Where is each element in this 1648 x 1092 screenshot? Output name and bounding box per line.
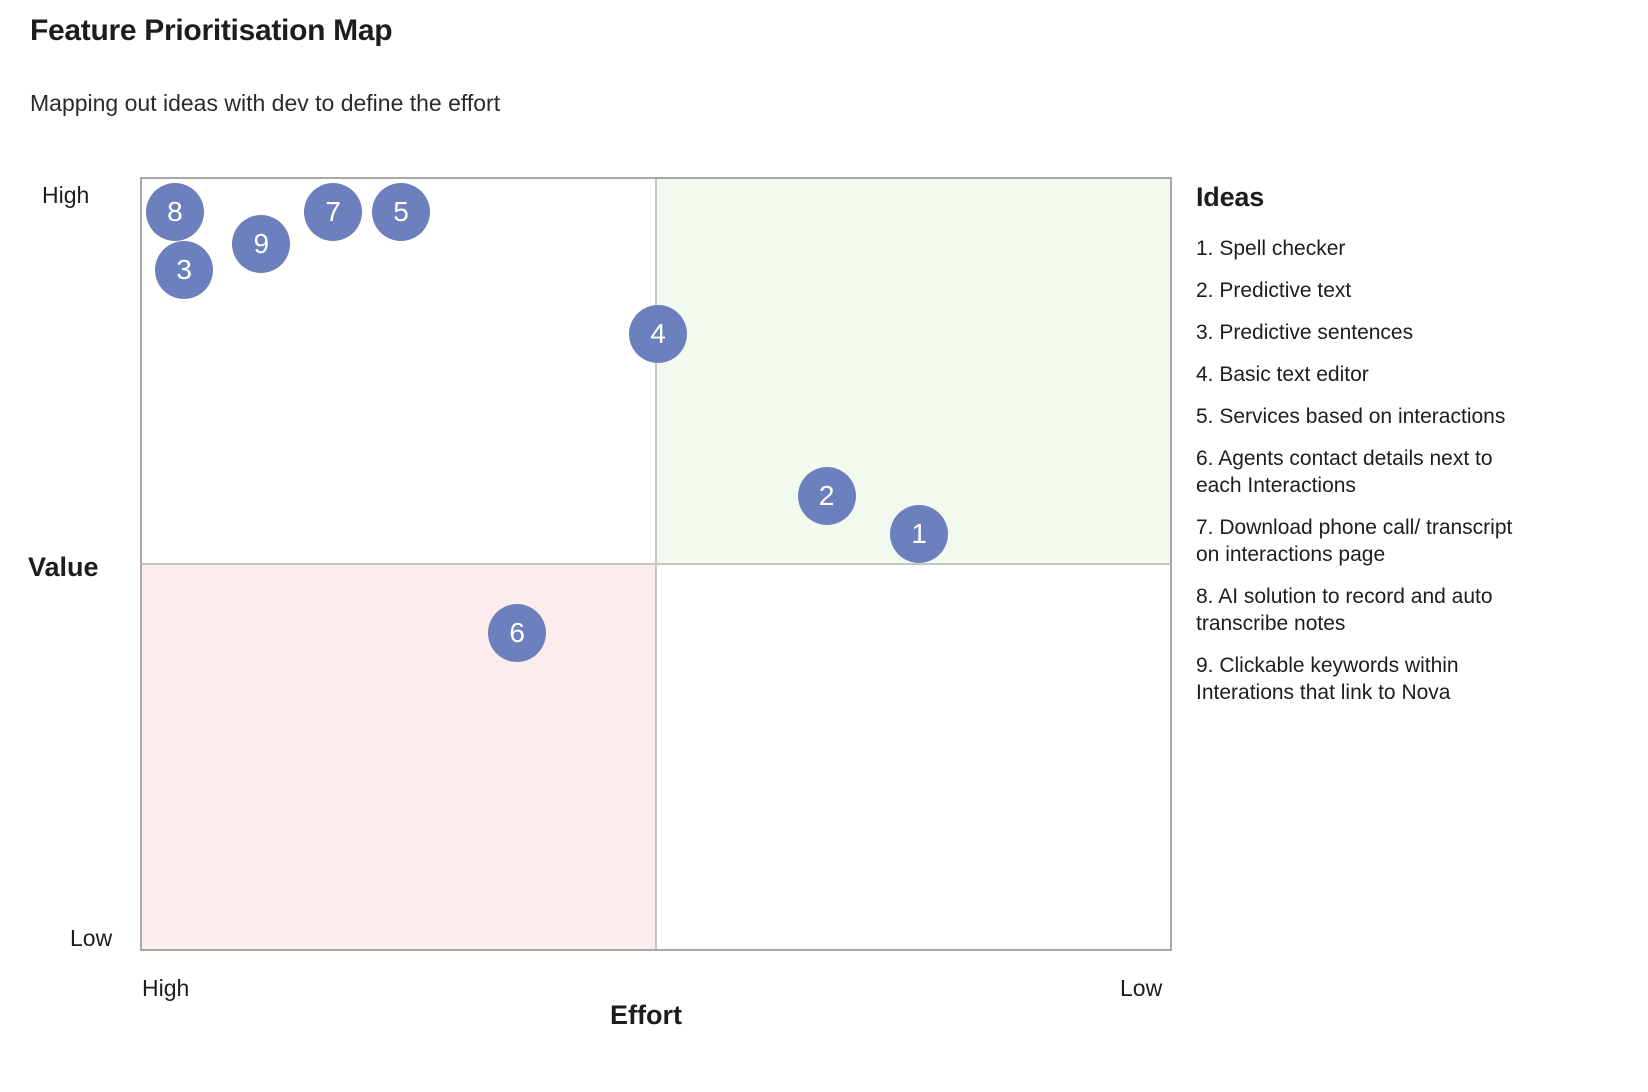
bubble-idea-5[interactable]: 5: [372, 183, 431, 242]
idea-list-item: 7. Download phone call/ transcript on in…: [1196, 516, 1513, 566]
idea-list-item: 5. Services based on interactions: [1196, 405, 1506, 428]
idea-list-item: 2. Predictive text: [1196, 279, 1352, 302]
quadrant-low-value-high-effort: [142, 564, 656, 949]
ideas-list: 1. Spell checker 2. Predictive text 3. Pre…: [1196, 235, 1540, 706]
y-axis-tick-high: High: [42, 182, 90, 208]
idea-list-item: 8. AI solution to record and auto transc…: [1196, 585, 1493, 635]
bubble-idea-9[interactable]: 9: [232, 214, 291, 273]
x-axis-tick-high: High: [142, 975, 190, 1001]
page-title: Feature Prioritisation Map: [30, 14, 393, 47]
idea-list-item: 3. Predictive sentences: [1196, 321, 1414, 344]
quadrant-horizontal-divider: [142, 563, 1170, 565]
bubble-idea-8[interactable]: 8: [145, 183, 204, 242]
ideas-panel: Ideas 1. Spell checker 2. Predictive text…: [1196, 182, 1540, 721]
idea-list-item: 4. Basic text editor: [1196, 363, 1369, 386]
x-axis-title: Effort: [610, 1000, 682, 1030]
page-subtitle: Mapping out ideas with dev to define the…: [30, 90, 501, 116]
ideas-heading: Ideas: [1196, 182, 1265, 212]
idea-list-item: 6. Agents contact details next to each I…: [1196, 447, 1493, 497]
bubble-idea-7[interactable]: 7: [304, 183, 363, 242]
bubble-idea-6[interactable]: 6: [488, 603, 547, 662]
idea-list-item: 1. Spell checker: [1196, 237, 1346, 260]
bubble-idea-1[interactable]: 1: [890, 504, 949, 563]
bubble-idea-2[interactable]: 2: [797, 467, 856, 526]
y-axis-tick-low: Low: [70, 925, 113, 951]
x-axis-tick-low: Low: [1120, 975, 1163, 1001]
prioritisation-matrix-plot: 12 3 4 5 6 7 89: [140, 177, 1172, 951]
idea-list-item: 9. Clickable keywords within Interations…: [1196, 654, 1459, 704]
y-axis-title: Value: [28, 552, 99, 582]
feature-prioritisation-map-page: Feature Prioritisation Map Mapping out i…: [0, 0, 1648, 1092]
bubble-idea-4[interactable]: 4: [629, 304, 688, 363]
bubble-idea-3[interactable]: 3: [155, 240, 214, 299]
